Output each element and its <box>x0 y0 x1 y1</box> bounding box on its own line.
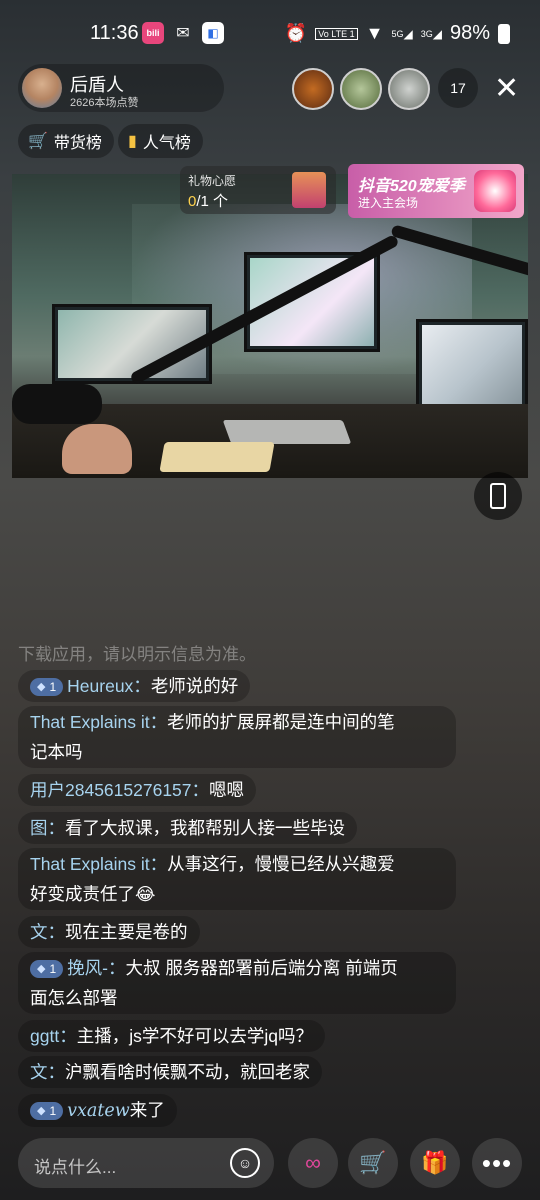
volte-icon: Vo LTE 1 <box>315 27 358 40</box>
viewer-avatar[interactable] <box>292 68 334 110</box>
host-avatar[interactable] <box>22 68 62 108</box>
chat-username-signature[interactable]: vxatew <box>67 1101 130 1121</box>
chat-text-continued: 面怎么部署 <box>30 988 118 1008</box>
wifi-icon: ▼ <box>365 23 384 43</box>
chat-username[interactable]: ggtt： <box>30 1026 77 1046</box>
gift-wish-progress: 0/1 个 <box>188 193 229 210</box>
microphone <box>12 384 102 424</box>
link-icon[interactable]: ∞ <box>288 1138 338 1188</box>
chat-message[interactable]: ◆ 1 Heureux：老师说的好 <box>18 670 251 702</box>
status-time: 11:36 <box>90 22 139 44</box>
chat-text: 从事这行，慢慢已经从兴趣爱 <box>167 854 395 874</box>
viewer-avatar[interactable] <box>340 68 382 110</box>
battery-percent: 98% <box>449 22 490 44</box>
chat-username[interactable]: 挽风-： <box>67 958 125 978</box>
comment-input[interactable]: 说点什么... ☺ <box>18 1138 274 1188</box>
chat-username[interactable]: That Explains it： <box>30 854 167 874</box>
live-video[interactable] <box>12 174 528 478</box>
phone-rotate-icon <box>490 483 506 509</box>
promo-title: 抖音520宠爱季 <box>358 178 465 195</box>
host-info[interactable]: 后盾人 2626本场点赞 <box>18 64 224 112</box>
chat-text-continued: 好变成责任了😂 <box>30 884 156 904</box>
chat-text: 现在主要是卷的 <box>65 922 188 942</box>
chat-message[interactable]: ◆ 1 vxatew来了 <box>18 1094 177 1127</box>
close-icon[interactable]: ✕ <box>494 74 519 104</box>
fan-rank-badge: ◆ 1 <box>30 678 64 696</box>
chat-username[interactable]: That Explains it： <box>30 712 167 732</box>
chat-message[interactable]: That Explains it：从事这行，慢慢已经从兴趣爱 好变成责任了😂 <box>18 848 456 910</box>
chat-text: 大叔 服务器部署前后端分离 前端页 <box>125 958 398 978</box>
chat-text: 看了大叔课，我都帮别人接一些毕设 <box>65 818 345 838</box>
chat-message[interactable]: ◆ 1 挽风-：大叔 服务器部署前后端分离 前端页 面怎么部署 <box>18 952 456 1014</box>
chat-username[interactable]: 文： <box>30 1062 65 1082</box>
chat-username[interactable]: 图： <box>30 818 65 838</box>
bilibili-app-icon: bili <box>142 22 164 44</box>
bar-chart-icon: ▮ <box>128 133 137 150</box>
keyboard <box>159 442 275 472</box>
host-likes: 2626本场点赞 <box>70 97 139 109</box>
heart-gift-icon <box>474 170 516 212</box>
chat-message[interactable]: That Explains it：老师的扩展屏都是连中间的笔记本吗 <box>18 706 456 768</box>
gift-wish-title: 礼物心愿 <box>188 174 237 188</box>
status-bar: 11:36 bili ✉ ◧ ⏰ Vo LTE 1 ▼ 5G ◢ 3G ◢ 98% <box>0 0 540 70</box>
chat-text: 来了 <box>129 1100 165 1120</box>
wechat-icon: ✉ <box>176 25 190 42</box>
more-icon[interactable]: ••• <box>472 1138 522 1188</box>
emoji-icon[interactable]: ☺ <box>230 1148 260 1178</box>
diamond-icon: ◆ <box>37 1105 46 1117</box>
chat-faded-message: 下载应用，请以明示信息为准。 <box>18 645 256 662</box>
popularity-rank-label: 人气榜 <box>142 135 191 152</box>
chat-text: 老师说的好 <box>150 676 239 696</box>
chat-text-continued: 记本吗 <box>30 742 83 762</box>
alarm-icon: ⏰ <box>284 23 308 43</box>
chat-text: 老师的扩展屏都是连中间的笔 <box>167 712 395 732</box>
popularity-rank-tag[interactable]: ▮ 人气榜 <box>118 124 203 158</box>
chat-text: 沪飘看啥时候飘不动，就回老家 <box>65 1062 310 1082</box>
hand <box>62 424 132 474</box>
battery-icon <box>498 23 510 44</box>
chat-message[interactable]: ggtt：主播，js学不好可以去学jq吗？ <box>18 1020 325 1052</box>
viewer-avatar[interactable] <box>388 68 430 110</box>
signal-5g-icon: 5G ◢ <box>391 26 413 41</box>
chat-username[interactable]: Heureux： <box>67 676 151 696</box>
cart-icon[interactable]: 🛒 <box>348 1138 398 1188</box>
comment-placeholder: 说点什么... <box>34 1158 117 1177</box>
goods-rank-label: 带货榜 <box>53 135 102 152</box>
chat-username[interactable]: 用户2845615276157： <box>30 780 209 800</box>
promo-subtitle: 进入主会场 <box>358 196 419 210</box>
chat-text: 嗯嗯 <box>209 780 245 800</box>
status-right: ⏰ Vo LTE 1 ▼ 5G ◢ 3G ◢ 98% <box>285 22 510 45</box>
diamond-icon: ◆ <box>37 681 46 693</box>
app-notification-icon: ◧ <box>202 22 224 44</box>
signal-3g-icon: 3G ◢ <box>420 26 442 41</box>
gift-wish-card[interactable]: 礼物心愿 0/1 个 <box>180 166 336 214</box>
diamond-icon: ◆ <box>37 963 46 975</box>
gift-carousel-icon <box>292 172 326 208</box>
chat-text: 主播，js学不好可以去学jq吗？ <box>76 1026 313 1046</box>
viewer-count[interactable]: 17 <box>438 68 478 108</box>
gift-icon[interactable]: 🎁 <box>410 1138 460 1188</box>
promo-banner[interactable]: 抖音520宠爱季 进入主会场 <box>348 164 524 218</box>
chat-message[interactable]: 用户2845615276157：嗯嗯 <box>18 774 257 806</box>
chat-message[interactable]: 图：看了大叔课，我都帮别人接一些毕设 <box>18 812 357 844</box>
goods-rank-tag[interactable]: 🛒 带货榜 <box>18 124 114 158</box>
rotate-screen-button[interactable] <box>474 472 522 520</box>
chat-username[interactable]: 文： <box>30 922 65 942</box>
chat-message[interactable]: 文：现在主要是卷的 <box>18 916 200 948</box>
laptop <box>222 420 352 444</box>
fan-rank-badge: ◆ 1 <box>30 1102 64 1120</box>
cart-icon: 🛒 <box>28 133 48 150</box>
fan-rank-badge: ◆ 1 <box>30 960 64 978</box>
chat-message[interactable]: 文：沪飘看啥时候飘不动，就回老家 <box>18 1056 322 1088</box>
